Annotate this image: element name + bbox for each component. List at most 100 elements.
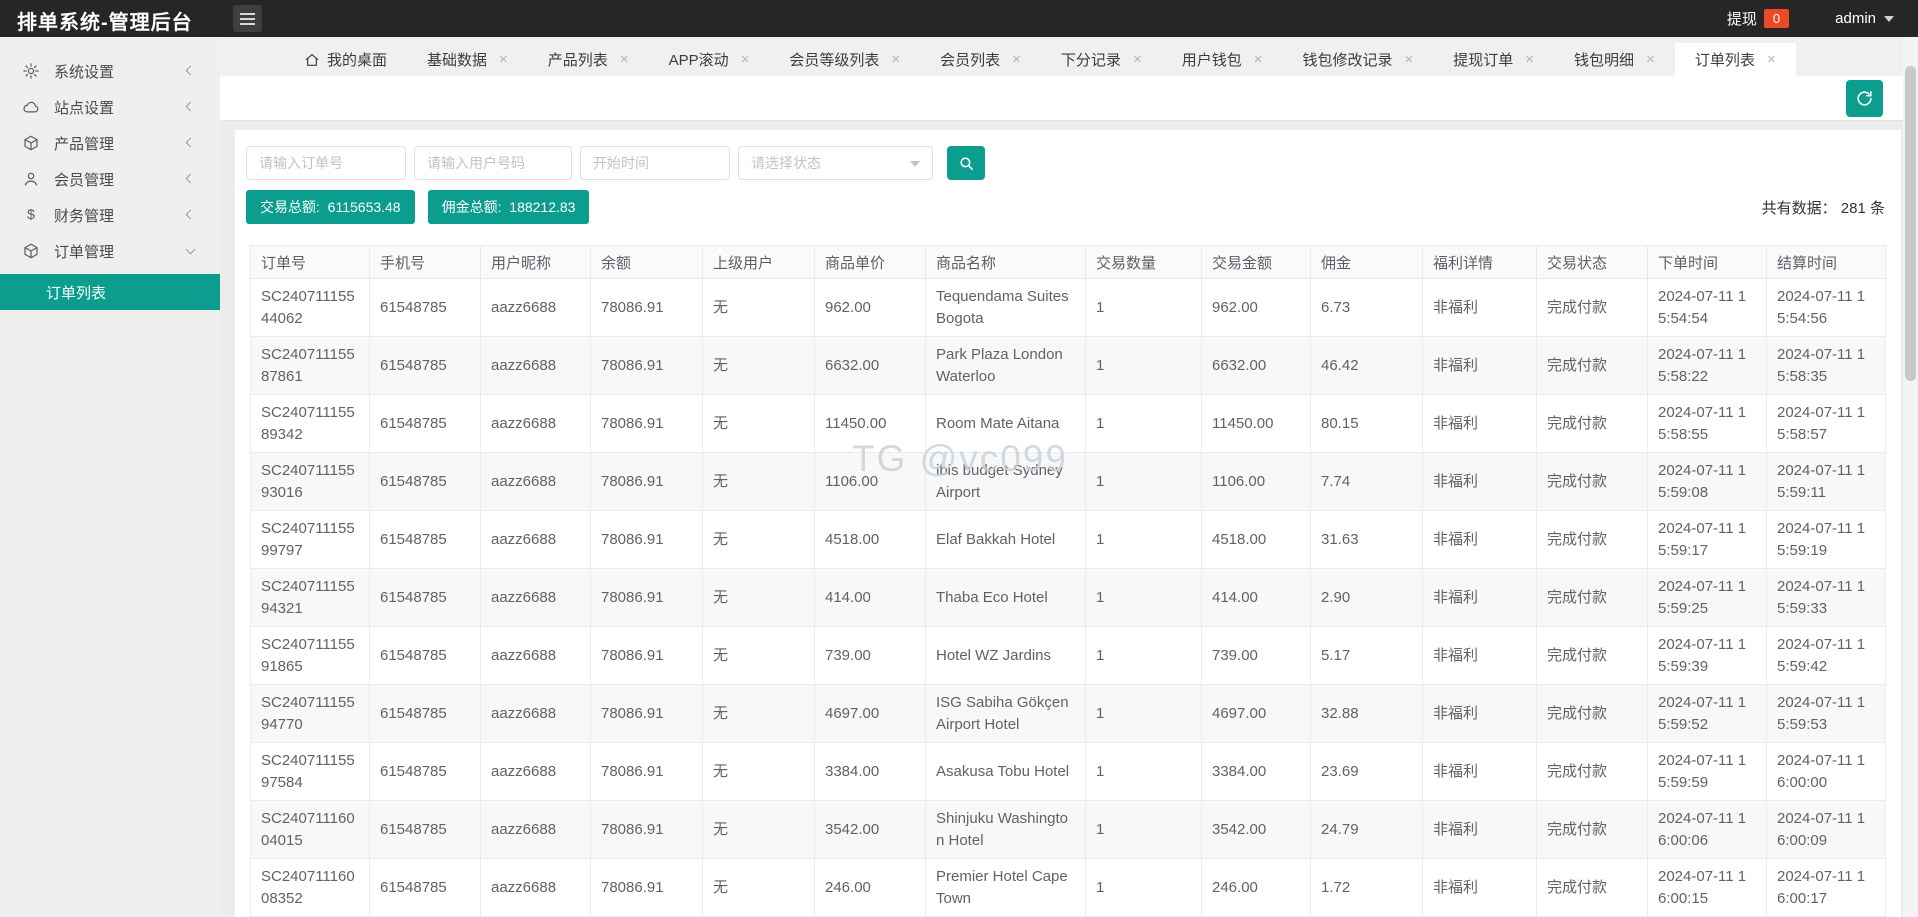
- table-cell: 739.00: [1202, 627, 1311, 685]
- table-cell: 非福利: [1423, 859, 1537, 917]
- tab-close-icon[interactable]: ×: [1767, 52, 1776, 67]
- table-cell: SC24071115593016: [251, 453, 370, 511]
- table-cell: 2.90: [1311, 569, 1423, 627]
- table-cell: 61548785: [370, 743, 481, 801]
- status-select[interactable]: 请选择状态: [738, 146, 933, 180]
- table-cell: 61548785: [370, 395, 481, 453]
- table-cell: 2024-07-11 15:59:08: [1648, 453, 1767, 511]
- chevron-down-icon: [186, 245, 196, 255]
- sidebar-item[interactable]: 产品管理: [0, 125, 220, 161]
- tab-label: 提现订单: [1453, 49, 1513, 70]
- tab[interactable]: 产品列表×: [528, 43, 649, 76]
- tab-close-icon[interactable]: ×: [1525, 52, 1534, 67]
- tab-close-icon[interactable]: ×: [1012, 52, 1021, 67]
- table-cell: aazz6688: [481, 511, 591, 569]
- tab-label: 会员列表: [940, 49, 1000, 70]
- table-row: SC2407111600835261548785aazz668878086.91…: [251, 859, 1886, 917]
- table-cell: SC24071115591865: [251, 627, 370, 685]
- tab-close-icon[interactable]: ×: [620, 52, 629, 67]
- table-cell: 2024-07-11 15:54:56: [1767, 279, 1886, 337]
- table-cell: 1: [1086, 627, 1202, 685]
- table-cell: Shinjuku Washington Hotel: [926, 801, 1086, 859]
- tab[interactable]: 钱包明细 ×: [1554, 43, 1675, 76]
- table-cell: 2024-07-11 16:00:06: [1648, 801, 1767, 859]
- tab[interactable]: 我的桌面: [284, 43, 407, 76]
- tab-close-icon[interactable]: ×: [741, 52, 750, 67]
- table-cell: 414.00: [815, 569, 926, 627]
- tab-close-icon[interactable]: ×: [1405, 52, 1414, 67]
- table-cell: 3384.00: [815, 743, 926, 801]
- table-cell: 2024-07-11 15:59:17: [1648, 511, 1767, 569]
- refresh-button[interactable]: [1846, 80, 1883, 117]
- tab-close-icon[interactable]: ×: [891, 52, 900, 67]
- search-button[interactable]: [947, 146, 985, 180]
- sidebar-item-label: 财务管理: [54, 205, 114, 226]
- tab[interactable]: 下分记录×: [1041, 43, 1162, 76]
- column-header: 余额: [591, 246, 703, 279]
- table-cell: 5.17: [1311, 627, 1423, 685]
- tab-close-icon[interactable]: ×: [499, 52, 508, 67]
- tab[interactable]: 订单列表×: [1675, 43, 1796, 76]
- tab-close-icon[interactable]: ×: [1646, 52, 1655, 67]
- table-cell: 无: [703, 627, 815, 685]
- sidebar-item-label: 会员管理: [54, 169, 114, 190]
- table-cell: SC24071115594770: [251, 685, 370, 743]
- table-cell: 4518.00: [815, 511, 926, 569]
- tab[interactable]: APP滚动×: [649, 43, 770, 76]
- tab[interactable]: 钱包修改记录 ×: [1282, 43, 1433, 76]
- column-header: 交易金额: [1202, 246, 1311, 279]
- table-row: SC2407111559758461548785aazz668878086.91…: [251, 743, 1886, 801]
- table-cell: 无: [703, 801, 815, 859]
- user-number-input[interactable]: [414, 146, 572, 180]
- trade-total-value: 6115653.48: [328, 199, 401, 215]
- table-header-row: 订单号手机号用户昵称余额上级用户商品单价商品名称交易数量交易金额佣金福利详情交易…: [251, 246, 1886, 279]
- table-cell: 无: [703, 685, 815, 743]
- start-time-input[interactable]: [580, 146, 730, 180]
- tab[interactable]: 会员等级列表×: [769, 43, 920, 76]
- table-cell: 2024-07-11 15:59:11: [1767, 453, 1886, 511]
- sidebar-item[interactable]: $财务管理: [0, 197, 220, 233]
- sidebar-item[interactable]: 系统设置: [0, 53, 220, 89]
- table-cell: 2024-07-11 15:59:52: [1648, 685, 1767, 743]
- table-cell: 32.88: [1311, 685, 1423, 743]
- table-cell: 61548785: [370, 627, 481, 685]
- tab-close-icon[interactable]: ×: [1133, 52, 1142, 67]
- scrollbar-thumb[interactable]: [1905, 66, 1916, 381]
- tab-label: 钱包修改记录: [1302, 49, 1392, 70]
- table-cell: 11450.00: [815, 395, 926, 453]
- table-cell: Premier Hotel Cape Town: [926, 859, 1086, 917]
- table-cell: Room Mate Aitana: [926, 395, 1086, 453]
- table-row: SC2407111554406261548785aazz668878086.91…: [251, 279, 1886, 337]
- refresh-icon: [1855, 89, 1874, 108]
- withdraw-link[interactable]: 提现: [1727, 8, 1757, 29]
- sidebar-item-label: 系统设置: [54, 61, 114, 82]
- table-cell: 1: [1086, 685, 1202, 743]
- order-number-input[interactable]: [246, 146, 406, 180]
- tab-label: 钱包明细: [1574, 49, 1634, 70]
- table-cell: 非福利: [1423, 453, 1537, 511]
- sidebar-item[interactable]: 订单管理: [0, 233, 220, 269]
- column-header: 佣金: [1311, 246, 1423, 279]
- table-cell: 1: [1086, 859, 1202, 917]
- cube-icon: [22, 242, 54, 260]
- tab[interactable]: 基础数据×: [407, 43, 528, 76]
- tab[interactable]: 会员列表 ×: [920, 43, 1041, 76]
- sidebar-item[interactable]: 站点设置: [0, 89, 220, 125]
- table-cell: 11450.00: [1202, 395, 1311, 453]
- orders-table: 订单号手机号用户昵称余额上级用户商品单价商品名称交易数量交易金额佣金福利详情交易…: [250, 245, 1886, 917]
- sidebar-item[interactable]: 会员管理: [0, 161, 220, 197]
- table-cell: 78086.91: [591, 685, 703, 743]
- tab[interactable]: 提现订单 ×: [1433, 43, 1554, 76]
- hamburger-menu-icon[interactable]: [233, 5, 262, 32]
- sidebar-subitem-order-list[interactable]: 订单列表: [0, 274, 220, 310]
- user-menu[interactable]: admin: [1835, 10, 1876, 27]
- table-cell: 78086.91: [591, 279, 703, 337]
- tab[interactable]: 用户钱包×: [1162, 43, 1283, 76]
- table-cell: 80.15: [1311, 395, 1423, 453]
- table-cell: 61548785: [370, 859, 481, 917]
- table-cell: 739.00: [815, 627, 926, 685]
- tab-close-icon[interactable]: ×: [1254, 52, 1263, 67]
- scrollbar-track[interactable]: [1903, 37, 1918, 917]
- table-cell: SC24071116004015: [251, 801, 370, 859]
- table-cell: 无: [703, 859, 815, 917]
